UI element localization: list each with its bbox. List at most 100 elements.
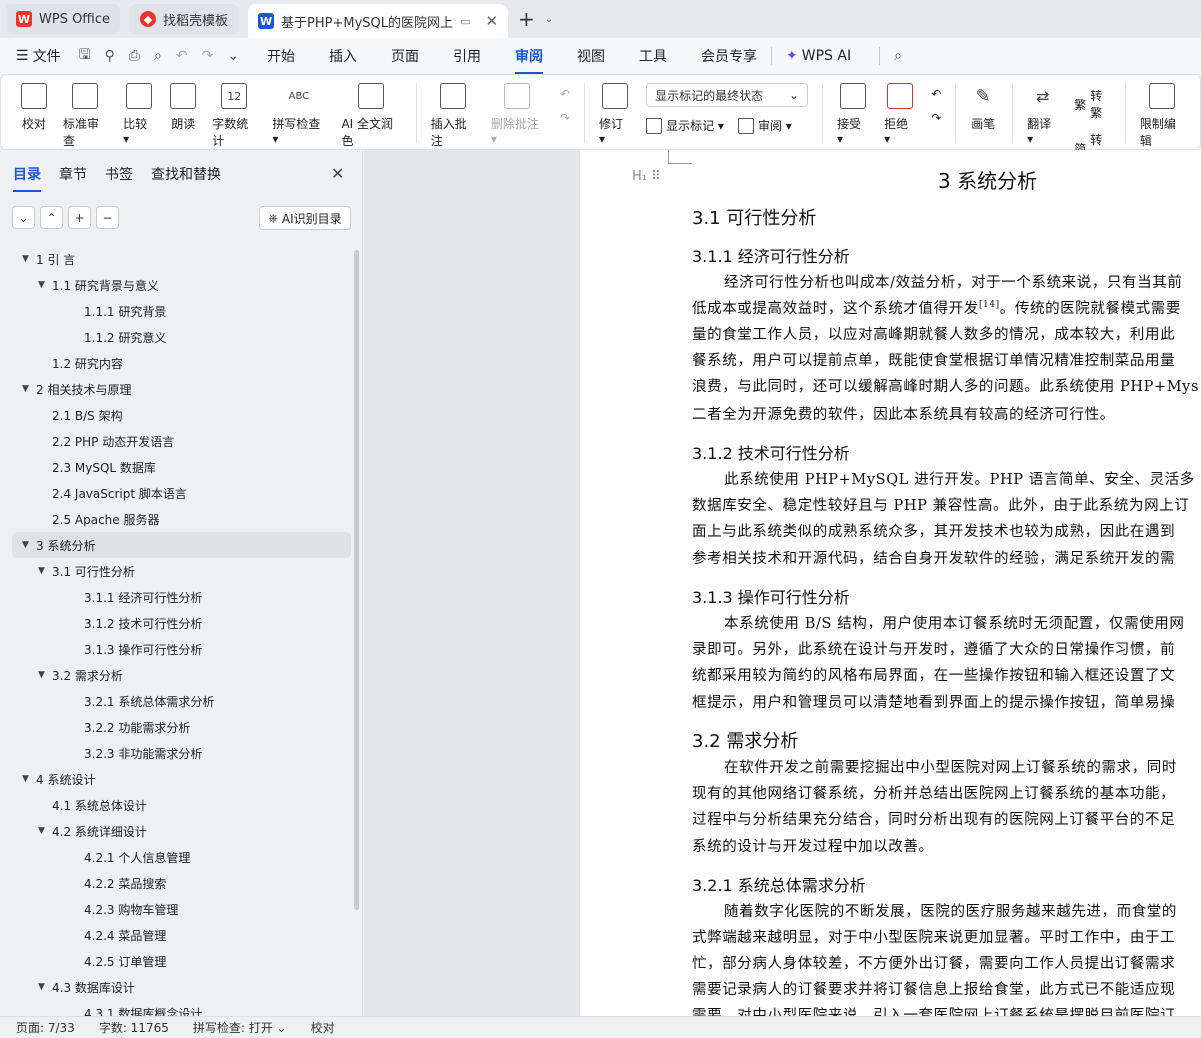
menu-tab-reference[interactable]: 引用 [453,46,481,66]
toc-item[interactable]: ▼ 2 相关技术与原理 [0,376,352,402]
standard-review-button[interactable]: 标准审查 [63,83,107,149]
expand-arrow-icon[interactable]: ▼ [22,384,36,394]
undo-icon[interactable]: ↶ [176,48,188,64]
word-count-button[interactable]: 12 字数统计 [212,83,256,149]
read-aloud-button[interactable]: 朗读 [170,83,197,132]
menu-tab-review[interactable]: 审阅 [515,46,544,74]
close-icon[interactable]: ✕ [331,164,344,183]
nav-tab-toc[interactable]: 目录 [13,164,41,192]
toc-scrollbar[interactable] [354,250,359,910]
expand-arrow-icon[interactable]: ▼ [38,670,52,680]
delete-comment-button[interactable]: 删除批注 ▾ [491,83,544,146]
tab-wps-office[interactable]: W WPS Office [6,4,121,34]
translate-button[interactable]: ⇄ 翻译 ▾ [1027,83,1058,147]
revise-button[interactable]: 修订 ▾ [599,83,630,146]
expand-arrow-icon[interactable]: ▼ [38,826,52,836]
next-revision-icon[interactable]: ↷ [931,111,941,125]
proofread-status[interactable]: 校对 [311,1019,335,1036]
menu-tab-view[interactable]: 视图 [577,46,605,66]
share-icon[interactable]: ⚲ [105,48,115,64]
toc-item[interactable]: 3.2.1 系统总体需求分析 [0,688,352,714]
review-pane-button[interactable]: 审阅 ▾ [737,117,792,134]
toc-item[interactable]: 2.1 B/S 架构 [0,402,352,428]
reject-button[interactable]: 拒绝 ▾ [884,83,915,146]
nav-tab-chapters[interactable]: 章节 [59,164,87,192]
heading-drag-handle-icon[interactable]: H₁ ⠿ [632,169,661,184]
new-tab-plus-icon[interactable]: + [518,7,535,31]
expand-arrow-icon[interactable]: ▼ [22,254,36,264]
toc-item[interactable]: 4.2.1 个人信息管理 [0,844,352,870]
restrict-editing-button[interactable]: 限制编辑 [1140,83,1184,149]
menu-tab-page[interactable]: 页面 [391,46,419,66]
toc-item[interactable]: ▼ 4.3 数据库设计 [0,974,352,1000]
toc-item[interactable]: 1.1.2 研究意义 [0,324,352,350]
expand-arrow-icon[interactable]: ▼ [22,540,36,550]
previous-comment-icon[interactable]: ↶ [560,87,570,101]
toc-item[interactable]: ▼ 4.2 系统详细设计 [0,818,352,844]
print-preview-icon[interactable]: ⌕ [154,48,162,64]
tab-document[interactable]: W 基于PHP+MySQL的医院网上 ▭ ✕ [248,4,509,38]
toc-item[interactable]: 3.1.3 操作可行性分析 [0,636,352,662]
ai-recognize-toc-button[interactable]: ⎈ AI识别目录 [259,206,351,230]
toc-item[interactable]: ▼ 1.1 研究背景与意义 [0,272,352,298]
expand-arrow-icon[interactable]: ▼ [38,566,52,576]
expand-arrow-icon[interactable]: ▼ [38,982,52,992]
toc-item[interactable]: 2.5 Apache 服务器 [0,506,352,532]
toc-item[interactable]: 3.1.2 技术可行性分析 [0,610,352,636]
document-body[interactable]: 3 系统分析 3.1 可行性分析 3.1.1 经济可行性分析 经济可行性分析也叫… [692,150,1201,1016]
minus-icon[interactable]: − [96,206,119,229]
menu-tab-tools[interactable]: 工具 [639,46,667,66]
menu-tab-member[interactable]: 会员专享 [701,46,757,66]
chevron-down-icon[interactable]: ⌄ [545,14,553,25]
toc-item[interactable]: 4.2.2 菜品搜索 [0,870,352,896]
tab-docer[interactable]: ◆ 找稻壳模板 [130,4,239,34]
nav-tab-bookmarks[interactable]: 书签 [105,164,133,192]
toc-item[interactable]: 4.2.5 订单管理 [0,948,352,974]
show-markup-button[interactable]: 显示标记 ▾ [646,117,724,134]
toc-item[interactable]: 2.4 JavaScript 脚本语言 [0,480,352,506]
accept-button[interactable]: 接受 ▾ [837,83,868,146]
toc-item[interactable]: 4.2.3 购物车管理 [0,896,352,922]
search-icon[interactable]: ⌕ [894,48,902,64]
toc-item[interactable]: ▼ 1 引 言 [0,246,352,272]
toc-item[interactable]: 2.3 MySQL 数据库 [0,454,352,480]
toc-item[interactable]: 3.1.1 经济可行性分析 [0,584,352,610]
word-count-indicator[interactable]: 字数: 11765 [99,1019,169,1036]
chevron-up-icon[interactable]: ⌃ [40,206,63,229]
print-icon[interactable]: ⎙ [129,48,140,64]
file-menu[interactable]: ☰ 文件 [16,46,61,66]
toc-item[interactable]: 1.1.1 研究背景 [0,298,352,324]
save-icon[interactable]: 🖫 [79,44,91,68]
to-traditional-button[interactable]: 繁转繁 [1074,87,1111,121]
insert-comment-button[interactable]: 插入批注 [431,83,475,149]
next-comment-icon[interactable]: ↷ [560,111,570,125]
toc-item[interactable]: 3.2.3 非功能需求分析 [0,740,352,766]
menu-tab-insert[interactable]: 插入 [329,46,357,66]
plus-icon[interactable]: + [68,206,91,229]
monitor-icon[interactable]: ▭ [460,15,470,28]
toc-item[interactable]: ▼ 4 系统设计 [0,766,352,792]
close-icon[interactable]: ✕ [485,12,498,30]
chevron-down-icon[interactable]: ⌄ [12,206,35,229]
redo-icon[interactable]: ↷ [202,48,214,64]
spell-check-toggle[interactable]: 拼写检查: 打开 ⌄ [193,1019,287,1036]
toc-item[interactable]: 4.2.4 菜品管理 [0,922,352,948]
previous-revision-icon[interactable]: ↶ [931,87,941,101]
toc-item[interactable]: ▼ 3 系统分析 [12,532,351,558]
expand-arrow-icon[interactable]: ▼ [22,774,36,784]
brush-button[interactable]: ✎ 画笔 [970,83,996,132]
expand-arrow-icon[interactable]: ▼ [38,280,52,290]
wps-ai-button[interactable]: ✦ WPS AI [786,48,851,64]
proofread-button[interactable]: 校对 [21,83,47,132]
page-indicator[interactable]: 页面: 7/33 [16,1019,75,1036]
nav-tab-find-replace[interactable]: 查找和替换 [151,164,221,192]
compare-button[interactable]: 比较 ▾ [123,83,154,146]
toc-item[interactable]: ▼ 3.2 需求分析 [0,662,352,688]
toc-item[interactable]: ▼ 3.1 可行性分析 [0,558,352,584]
markup-mode-dropdown[interactable]: 显示标记的最终状态 ⌄ [646,83,809,107]
spell-check-button[interactable]: ABC 拼写检查 ▾ [272,83,325,147]
more-chevron-icon[interactable]: ⌄ [227,48,239,64]
ai-polish-button[interactable]: AI 全文润色 [341,83,399,149]
toc-item[interactable]: 3.2.2 功能需求分析 [0,714,352,740]
toc-item[interactable]: 4.1 系统总体设计 [0,792,352,818]
